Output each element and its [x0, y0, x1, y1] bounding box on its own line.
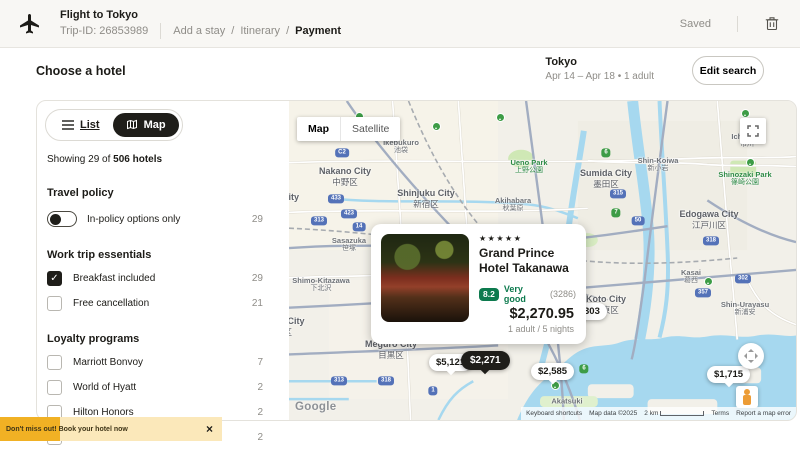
transit-poi-icon: [432, 122, 441, 131]
search-summary: Tokyo Apr 14 – Apr 18 • 1 adult: [545, 56, 654, 82]
map-type-map-button[interactable]: Map: [297, 117, 340, 141]
hotel-photo: [381, 234, 469, 322]
filter-option-label: Marriott Bonvoy: [73, 357, 257, 368]
fullscreen-icon: [747, 125, 759, 137]
filter-option-count: 2: [257, 432, 263, 443]
in-policy-toggle-row[interactable]: In-policy options only 29: [47, 211, 263, 227]
breadcrumb-item-add-a-stay[interactable]: Add a stay: [173, 25, 225, 37]
price-marker-2585[interactable]: $2,585: [531, 363, 574, 380]
header-divider: [160, 23, 161, 39]
transit-poi-icon: [704, 277, 713, 286]
trip-title: Flight to Tokyo: [60, 9, 341, 21]
breadcrumb-item-payment[interactable]: Payment: [295, 25, 341, 37]
map-data-label: Map data ©2025: [589, 410, 637, 417]
transit-poi-icon: [741, 109, 750, 118]
rating-badge: 8.2: [479, 288, 499, 301]
promo-banner: Don't miss out! Book your hotel now ×: [0, 417, 222, 441]
report-error-link[interactable]: Report a map error: [736, 410, 791, 417]
edit-search-button[interactable]: Edit search: [692, 56, 764, 85]
hotel-name: Grand Prince Hotel Takanawa: [479, 246, 576, 276]
map-type-satellite-button[interactable]: Satellite: [340, 117, 400, 141]
hotel-popup-card[interactable]: ★★★★★ Grand Prince Hotel Takanawa 8.2 Ve…: [371, 224, 586, 344]
banner-close-icon[interactable]: ×: [206, 423, 222, 435]
filter-option-breakfast-included[interactable]: ✓ Breakfast included29: [47, 271, 263, 286]
filter-option-count: 21: [252, 298, 263, 309]
breadcrumb-separator: /: [286, 25, 289, 37]
all-hotels-link[interactable]: 506 hotels: [113, 154, 162, 165]
trash-icon: [765, 16, 779, 31]
trip-id: Trip-ID: 26853989: [60, 25, 148, 37]
filters-panel: List Map Showing 29 of 506 hotels Travel…: [37, 101, 289, 420]
checkbox[interactable]: ✓: [47, 271, 62, 286]
filter-option-count: 7: [257, 357, 263, 368]
map-scale: 2 km: [644, 410, 704, 417]
map-canvas[interactable]: Ikebukuro池袋Nakano City中野区Shinjuku City新宿…: [289, 101, 796, 420]
hotel-price-detail: 1 adult / 5 nights: [508, 324, 574, 334]
pan-control[interactable]: [738, 343, 764, 369]
results-card: List Map Showing 29 of 506 hotels Travel…: [36, 100, 797, 421]
map-icon: [126, 119, 138, 131]
filter-option-count: 29: [252, 273, 263, 284]
checkbox[interactable]: [47, 296, 62, 311]
transit-poi-icon: [746, 158, 755, 167]
filter-option-free-cancellation[interactable]: Free cancellation21: [47, 296, 263, 311]
header-divider-right: [737, 16, 738, 32]
scale-bar: [660, 411, 704, 416]
checkbox[interactable]: [47, 355, 62, 370]
work-trip-heading: Work trip essentials: [47, 249, 263, 261]
review-count: (3286): [550, 289, 576, 299]
filter-option-label: Breakfast included: [73, 273, 252, 284]
filter-option-count: 2: [257, 382, 263, 393]
filter-option-label: Free cancellation: [73, 298, 252, 309]
search-city: Tokyo: [545, 56, 654, 68]
view-toggle: List Map: [45, 109, 183, 141]
fullscreen-button[interactable]: [740, 118, 766, 144]
breadcrumb: Add a stay / Itinerary / Payment: [173, 25, 341, 37]
breadcrumb-separator: /: [231, 25, 234, 37]
promo-banner-text: Don't miss out! Book your hotel now: [0, 426, 206, 433]
google-logo: Google: [295, 401, 336, 413]
pan-right-icon: [755, 353, 761, 359]
search-dates: Apr 14 – Apr 18 • 1 adult: [545, 71, 654, 82]
rating-word: Very good: [504, 284, 545, 304]
map-view-button[interactable]: Map: [113, 113, 179, 137]
in-policy-toggle[interactable]: [47, 211, 77, 227]
transit-poi-icon: [496, 113, 505, 122]
map-attribution: Keyboard shortcuts Map data ©2025 2 km T…: [521, 407, 796, 420]
hotel-search-page: Flight to Tokyo Trip-ID: 26853989 Add a …: [0, 0, 800, 449]
travel-policy-heading: Travel policy: [47, 187, 263, 199]
checkbox[interactable]: [47, 380, 62, 395]
hotel-star-rating: ★★★★★: [479, 234, 576, 243]
delete-trip-button[interactable]: [762, 14, 782, 34]
list-icon: [62, 120, 74, 130]
breadcrumb-item-itinerary[interactable]: Itinerary: [240, 25, 280, 37]
page-title: Choose a hotel: [36, 64, 126, 78]
pegman-control[interactable]: [736, 386, 758, 408]
pan-down-icon: [748, 360, 754, 366]
price-marker-1715[interactable]: $1,715: [707, 366, 750, 383]
list-view-button[interactable]: List: [49, 113, 113, 137]
filter-option-world-of-hyatt[interactable]: World of Hyatt2: [47, 380, 263, 395]
map-type-control: Map Satellite: [297, 117, 400, 141]
pan-up-icon: [748, 346, 754, 352]
keyboard-shortcuts-link[interactable]: Keyboard shortcuts: [526, 410, 582, 417]
filter-option-label: World of Hyatt: [73, 382, 257, 393]
terms-link[interactable]: Terms: [711, 410, 729, 417]
app-header: Flight to Tokyo Trip-ID: 26853989 Add a …: [0, 0, 800, 48]
airplane-icon: [18, 12, 42, 36]
results-count: Showing 29 of 506 hotels: [47, 154, 263, 165]
pan-left-icon: [741, 353, 747, 359]
price-marker-2271[interactable]: $2,271: [461, 351, 510, 370]
hotel-price: $2,270.95: [508, 306, 574, 322]
filter-option-marriott-bonvoy[interactable]: Marriott Bonvoy7: [47, 355, 263, 370]
filter-option-count: 2: [257, 407, 263, 418]
loyalty-heading: Loyalty programs: [47, 333, 263, 345]
saved-status: Saved: [680, 18, 711, 30]
